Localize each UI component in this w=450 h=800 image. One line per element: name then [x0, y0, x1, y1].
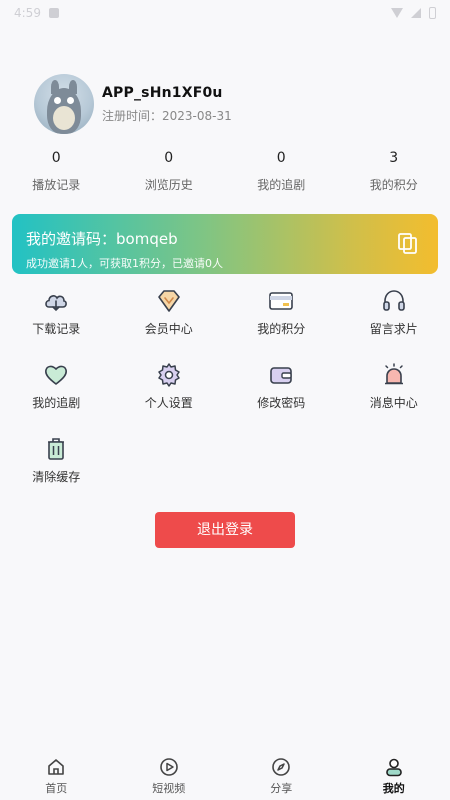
- stat-value: 3: [389, 150, 399, 166]
- tab-mine[interactable]: 我的: [338, 750, 450, 800]
- registration-date: 注册时间：2023-08-31: [102, 108, 232, 123]
- battery-icon: [429, 7, 436, 19]
- tab-share[interactable]: 分享: [225, 750, 338, 800]
- home-icon: [48, 759, 65, 775]
- cloud-download-icon: [45, 295, 68, 312]
- menu-request-film[interactable]: 留言求片: [338, 286, 450, 360]
- menu-label: 我的积分: [257, 322, 306, 336]
- function-grid: 下载记录 会员中心 我的积分 留言求片 我的追剧 个人设置 修改密码 消息中心 …: [0, 286, 450, 508]
- stat-following[interactable]: 0 我的追剧: [225, 150, 338, 193]
- menu-label: 消息中心: [369, 396, 418, 410]
- username: APP_sHn1XF0u: [102, 84, 223, 101]
- menu-my-following[interactable]: 我的追剧: [0, 360, 113, 434]
- menu-label: 个人设置: [144, 396, 193, 410]
- wallet-icon: [270, 367, 293, 384]
- invite-card: 我的邀请码： bomqeb 成功邀请1人，可获取1积分，已邀请0人: [12, 214, 438, 274]
- points-card-icon: [269, 292, 294, 310]
- menu-label: 会员中心: [144, 322, 193, 336]
- stat-value: 0: [164, 150, 174, 166]
- stat-label: 我的积分: [369, 178, 418, 192]
- menu-my-points[interactable]: 我的积分: [225, 286, 338, 360]
- stat-browse-history[interactable]: 0 浏览历史: [113, 150, 226, 193]
- tab-label: 短视频: [152, 782, 186, 795]
- menu-message-center[interactable]: 消息中心: [338, 360, 450, 434]
- alarm-bell-icon: [384, 363, 403, 385]
- menu-label: 下载记录: [32, 322, 81, 336]
- trash-icon: [48, 438, 65, 460]
- invite-note: 成功邀请1人，可获取1积分，已邀请0人: [26, 257, 223, 270]
- menu-clear-cache[interactable]: 清除缓存: [0, 434, 113, 508]
- menu-download-history[interactable]: 下载记录: [0, 286, 113, 360]
- stat-value: 0: [276, 150, 286, 166]
- stat-value: 0: [51, 150, 61, 166]
- tab-label: 首页: [45, 782, 68, 795]
- menu-label: 我的追剧: [32, 396, 81, 410]
- invite-prefix: 我的邀请码：: [26, 230, 117, 248]
- menu-label: 清除缓存: [32, 470, 81, 484]
- user-icon: [385, 758, 402, 777]
- stat-label: 播放记录: [32, 178, 81, 192]
- stat-points[interactable]: 3 我的积分: [338, 150, 450, 193]
- bottom-tab-bar: 首页 短视频 分享 我的: [0, 750, 450, 800]
- heart-icon: [45, 365, 68, 385]
- menu-vip-center[interactable]: 会员中心: [113, 286, 226, 360]
- stat-play-history[interactable]: 0 播放记录: [0, 150, 113, 193]
- compass-icon: [272, 758, 291, 776]
- stat-label: 浏览历史: [144, 178, 193, 192]
- stat-label: 我的追剧: [257, 178, 306, 192]
- invite-code: bomqeb: [116, 229, 178, 248]
- tab-label: 我的: [382, 782, 405, 795]
- headset-icon: [382, 290, 405, 311]
- avatar[interactable]: [34, 74, 94, 134]
- vip-diamond-icon: [157, 290, 180, 312]
- logout-button[interactable]: 退出登录: [155, 512, 295, 548]
- copy-icon[interactable]: [398, 233, 418, 255]
- status-time: 4:59: [14, 6, 41, 20]
- menu-label: 留言求片: [369, 322, 418, 336]
- signal-icon: [411, 8, 421, 18]
- wifi-icon: [391, 8, 403, 18]
- stats-row: 0 播放记录 0 浏览历史 0 我的追剧 3 我的积分: [0, 150, 450, 193]
- profile-header[interactable]: APP_sHn1XF0u 注册时间：2023-08-31: [34, 74, 232, 134]
- tab-label: 分享: [270, 782, 293, 795]
- tab-home[interactable]: 首页: [0, 750, 113, 800]
- gear-icon: [158, 363, 180, 387]
- menu-personal-settings[interactable]: 个人设置: [113, 360, 226, 434]
- menu-label: 修改密码: [257, 396, 306, 410]
- notification-icon: [48, 8, 59, 18]
- tab-short-video[interactable]: 短视频: [113, 750, 226, 800]
- status-bar: 4:59: [0, 0, 450, 26]
- menu-change-password[interactable]: 修改密码: [225, 360, 338, 434]
- play-circle-icon: [159, 758, 178, 776]
